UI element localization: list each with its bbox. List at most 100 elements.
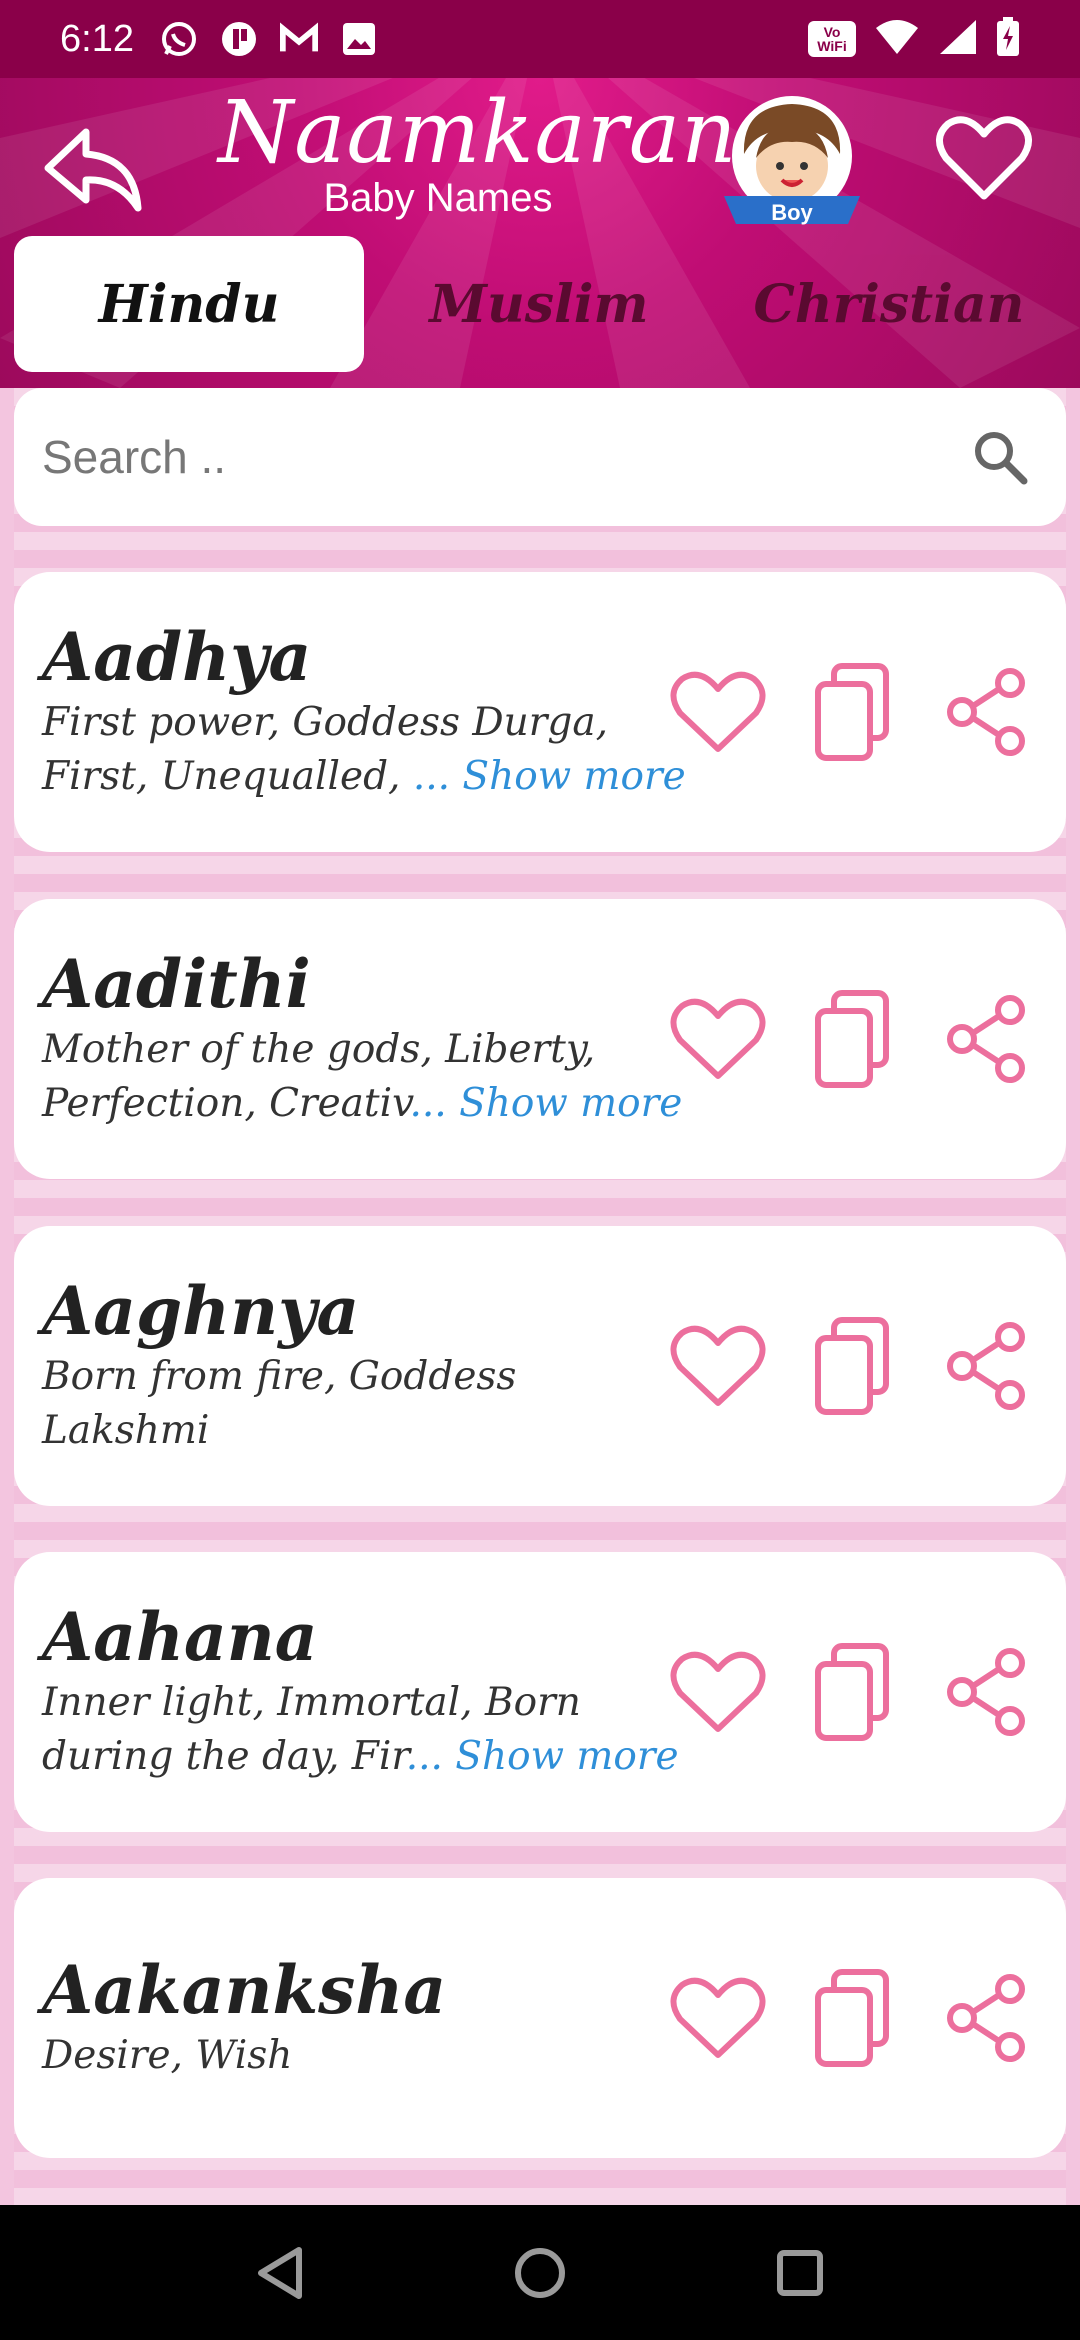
card-actions <box>668 1552 1036 1832</box>
copy-button[interactable] <box>802 1316 902 1416</box>
vowifi-icon: Vo WiFi <box>808 21 856 57</box>
name-card[interactable]: Aadithi Mother of the gods, Liberty, Per… <box>14 899 1066 1179</box>
avatar-badge-label: Boy <box>771 200 813 225</box>
copy-icon <box>815 1317 889 1415</box>
name-card-text: Aadhya First power, Goddess Durga, First… <box>42 572 692 852</box>
share-button[interactable] <box>936 662 1036 762</box>
copy-button[interactable] <box>802 662 902 762</box>
meaning-line1: Desire, Wish <box>42 2032 293 2078</box>
name-meaning: Born from fire, Goddess Lakshmi <box>42 1350 692 1458</box>
baby-name: Aahana <box>42 1598 318 1677</box>
meaning-line2: Perfection, Creativ <box>42 1080 410 1126</box>
copy-button[interactable] <box>802 989 902 1089</box>
square-recents-icon <box>777 2249 823 2296</box>
favorite-button[interactable] <box>668 1316 768 1416</box>
heart-outline-icon <box>670 1651 766 1732</box>
favorite-button[interactable] <box>668 989 768 1089</box>
name-card[interactable]: Aakanksha Desire, Wish <box>14 1878 1066 2158</box>
share-button[interactable] <box>936 1316 1036 1416</box>
name-meaning: Mother of the gods, Liberty, Perfection,… <box>42 1023 692 1131</box>
baby-name: Aaghnya <box>42 1272 360 1351</box>
tab-muslim[interactable]: Muslim <box>364 236 714 372</box>
show-more-link[interactable]: ... Show more <box>413 754 686 799</box>
nav-home-button[interactable] <box>510 2243 570 2303</box>
vowifi-label: Vo WiFi <box>817 24 847 54</box>
favorite-button[interactable] <box>668 1642 768 1742</box>
status-bar: 6:12 Vo WiFi <box>0 0 1080 78</box>
heart-icon <box>936 116 1032 200</box>
back-button[interactable] <box>38 118 148 218</box>
baby-name: Aadhya <box>42 618 312 697</box>
name-card-text: Aakanksha Desire, Wish <box>42 1878 692 2158</box>
show-more-link[interactable]: ... Show more <box>406 1734 679 1779</box>
card-actions <box>668 1226 1036 1506</box>
tab-christian[interactable]: Christian <box>714 236 1064 372</box>
share-button[interactable] <box>936 1968 1036 2068</box>
battery-icon <box>996 16 1020 62</box>
copy-icon <box>815 1969 889 2067</box>
religion-tabs: Hindu Muslim Christian <box>14 236 1066 372</box>
meaning-line2: during the day, Fir <box>42 1733 406 1779</box>
heart-outline-icon <box>670 1977 766 2058</box>
app-title: Naamkaran <box>218 83 738 183</box>
system-status-icons: Vo WiFi <box>808 16 1020 62</box>
baby-name: Aadithi <box>42 945 311 1024</box>
copy-icon <box>815 990 889 1088</box>
name-meaning: First power, Goddess Durga, First, Unequ… <box>42 696 692 804</box>
copy-button[interactable] <box>802 1968 902 2068</box>
triangle-back-icon <box>258 2246 302 2299</box>
copy-icon <box>815 663 889 761</box>
name-card[interactable]: Aahana Inner light, Immortal, Born durin… <box>14 1552 1066 1832</box>
meaning-line2: First, Unequalled, <box>42 753 413 799</box>
heart-outline-icon <box>670 998 766 1079</box>
search-input[interactable] <box>42 430 970 484</box>
card-actions <box>668 899 1036 1179</box>
name-card-text: Aaghnya Born from fire, Goddess Lakshmi <box>42 1226 692 1506</box>
nav-back-button[interactable] <box>250 2243 310 2303</box>
meaning-line1: First power, Goddess Durga, <box>42 699 609 745</box>
tab-hindu[interactable]: Hindu <box>14 236 364 372</box>
wifi-icon <box>874 18 920 61</box>
app-icon <box>220 20 258 58</box>
share-icon <box>947 1322 1025 1410</box>
heart-outline-icon <box>670 671 766 752</box>
meaning-line1: Inner light, Immortal, Born <box>42 1679 581 1725</box>
share-button[interactable] <box>936 1642 1036 1742</box>
meaning-line1: Mother of the gods, Liberty, <box>42 1026 596 1072</box>
app-subtitle: Baby Names <box>323 176 553 221</box>
notification-icons <box>160 20 378 58</box>
meaning-line1: Born from fire, Goddess Lakshmi <box>42 1353 517 1453</box>
favorites-button[interactable] <box>934 108 1034 208</box>
favorite-button[interactable] <box>668 662 768 762</box>
search-bar <box>14 388 1066 526</box>
search-icon[interactable] <box>970 427 1030 487</box>
name-card-text: Aahana Inner light, Immortal, Born durin… <box>42 1552 692 1832</box>
share-icon <box>947 668 1025 756</box>
copy-icon <box>815 1643 889 1741</box>
share-icon <box>947 1974 1025 2062</box>
show-more-link[interactable]: ... Show more <box>409 1081 682 1126</box>
copy-button[interactable] <box>802 1642 902 1742</box>
baby-name: Aakanksha <box>42 1951 447 2030</box>
system-nav-bar <box>0 2205 1080 2340</box>
back-arrow-icon <box>44 128 142 212</box>
gallery-icon <box>340 20 378 58</box>
signal-icon <box>938 18 978 61</box>
app-title-block: Naamkaran Baby Names <box>218 83 738 221</box>
card-actions <box>668 1878 1036 2158</box>
nav-recents-button[interactable] <box>770 2243 830 2303</box>
name-meaning: Inner light, Immortal, Born during the d… <box>42 1676 692 1784</box>
gender-avatar-button[interactable]: Boy <box>722 92 862 232</box>
share-icon <box>947 1648 1025 1736</box>
name-card[interactable]: Aaghnya Born from fire, Goddess Lakshmi <box>14 1226 1066 1506</box>
name-card[interactable]: Aadhya First power, Goddess Durga, First… <box>14 572 1066 852</box>
card-actions <box>668 572 1036 852</box>
favorite-button[interactable] <box>668 1968 768 2068</box>
circle-home-icon <box>515 2247 565 2298</box>
gmail-icon <box>279 20 318 58</box>
share-button[interactable] <box>936 989 1036 1089</box>
whatsapp-icon <box>160 20 198 58</box>
heart-outline-icon <box>670 1325 766 1406</box>
status-time: 6:12 <box>60 17 134 60</box>
name-card-text: Aadithi Mother of the gods, Liberty, Per… <box>42 899 692 1179</box>
